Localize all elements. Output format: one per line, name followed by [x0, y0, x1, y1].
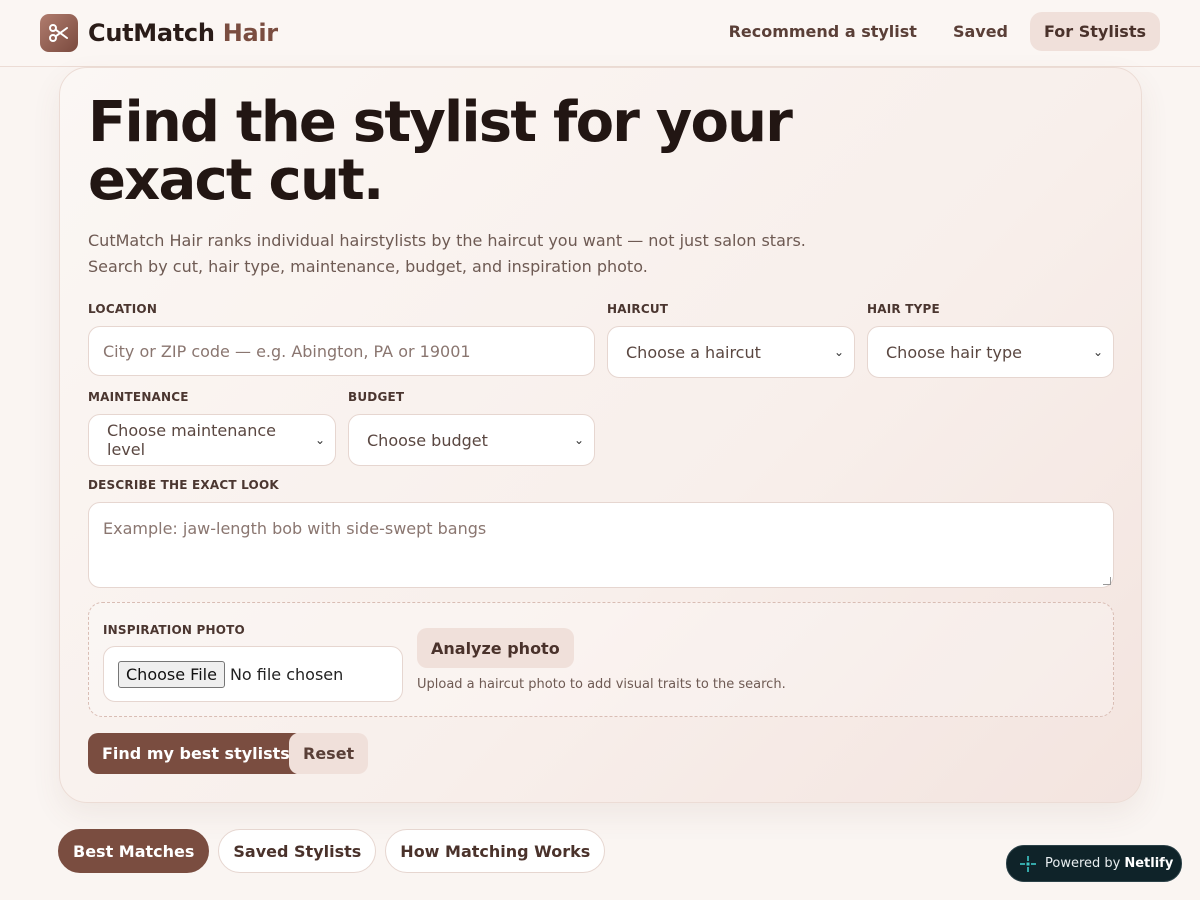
main-nav: Recommend a stylist Saved For Stylists	[707, 12, 1160, 51]
chevron-down-icon: ⌄	[314, 433, 325, 447]
tab-best-matches[interactable]: Best Matches	[58, 829, 210, 873]
budget-label: BUDGET	[348, 390, 405, 404]
search-card: Find the stylist for your exact cut. Cut…	[59, 67, 1142, 803]
brand-name: CutMatch Hair	[88, 19, 278, 47]
budget-select[interactable]: Choose budget ⌄	[348, 414, 595, 466]
tab-how-matching-works[interactable]: How Matching Works	[385, 829, 606, 873]
haircut-select[interactable]: Choose a haircut ⌄	[607, 326, 855, 378]
nav-for-stylists[interactable]: For Stylists	[1030, 12, 1160, 51]
maintenance-select[interactable]: Choose maintenance level ⌄	[88, 414, 336, 466]
hair-type-select[interactable]: Choose hair type ⌄	[867, 326, 1114, 378]
hair-type-label: HAIR TYPE	[867, 302, 940, 316]
maintenance-label: MAINTENANCE	[88, 390, 189, 404]
scissors-icon	[40, 14, 78, 52]
look-textarea[interactable]: Example: jaw-length bob with side-swept …	[88, 502, 1114, 588]
logo[interactable]: CutMatch Hair	[40, 14, 278, 52]
find-stylists-button[interactable]: Find my best stylists	[88, 733, 304, 774]
badge-prefix: Powered by	[1045, 856, 1121, 871]
chevron-down-icon: ⌄	[833, 345, 844, 359]
chevron-down-icon: ⌄	[573, 433, 584, 447]
page-subtitle: CutMatch Hair ranks individual hairstyli…	[88, 231, 806, 276]
analyze-photo-button[interactable]: Analyze photo	[417, 628, 574, 668]
reset-button[interactable]: Reset	[289, 733, 369, 774]
netlify-icon	[1019, 855, 1037, 873]
nav-saved[interactable]: Saved	[939, 12, 1022, 51]
file-input[interactable]: Choose File No file chosen	[103, 646, 403, 702]
tab-saved-stylists[interactable]: Saved Stylists	[218, 829, 377, 873]
haircut-label: HAIRCUT	[607, 302, 669, 316]
nav-recommend[interactable]: Recommend a stylist	[715, 12, 931, 51]
badge-name: Netlify	[1124, 856, 1174, 871]
choose-file-button[interactable]: Choose File	[118, 660, 225, 688]
chevron-down-icon: ⌄	[1092, 345, 1103, 359]
location-label: LOCATION	[88, 302, 158, 316]
photo-hint: Upload a haircut photo to add visual tra…	[417, 677, 786, 692]
inspiration-panel: INSPIRATION PHOTO Choose File No file ch…	[88, 602, 1114, 717]
site-header: CutMatch Hair Recommend a stylist Saved …	[0, 0, 1200, 67]
photo-label: INSPIRATION PHOTO	[103, 623, 245, 637]
results-tabs: Best Matches Saved Stylists How Matching…	[58, 829, 614, 873]
resize-handle[interactable]	[1103, 577, 1111, 585]
look-label: DESCRIBE THE EXACT LOOK	[88, 478, 279, 492]
file-status: No file chosen	[229, 664, 344, 684]
page-title: Find the stylist for your exact cut.	[88, 90, 793, 213]
location-input[interactable]: City or ZIP code — e.g. Abington, PA or …	[88, 326, 595, 376]
netlify-badge[interactable]: Powered by Netlify	[1006, 845, 1182, 882]
